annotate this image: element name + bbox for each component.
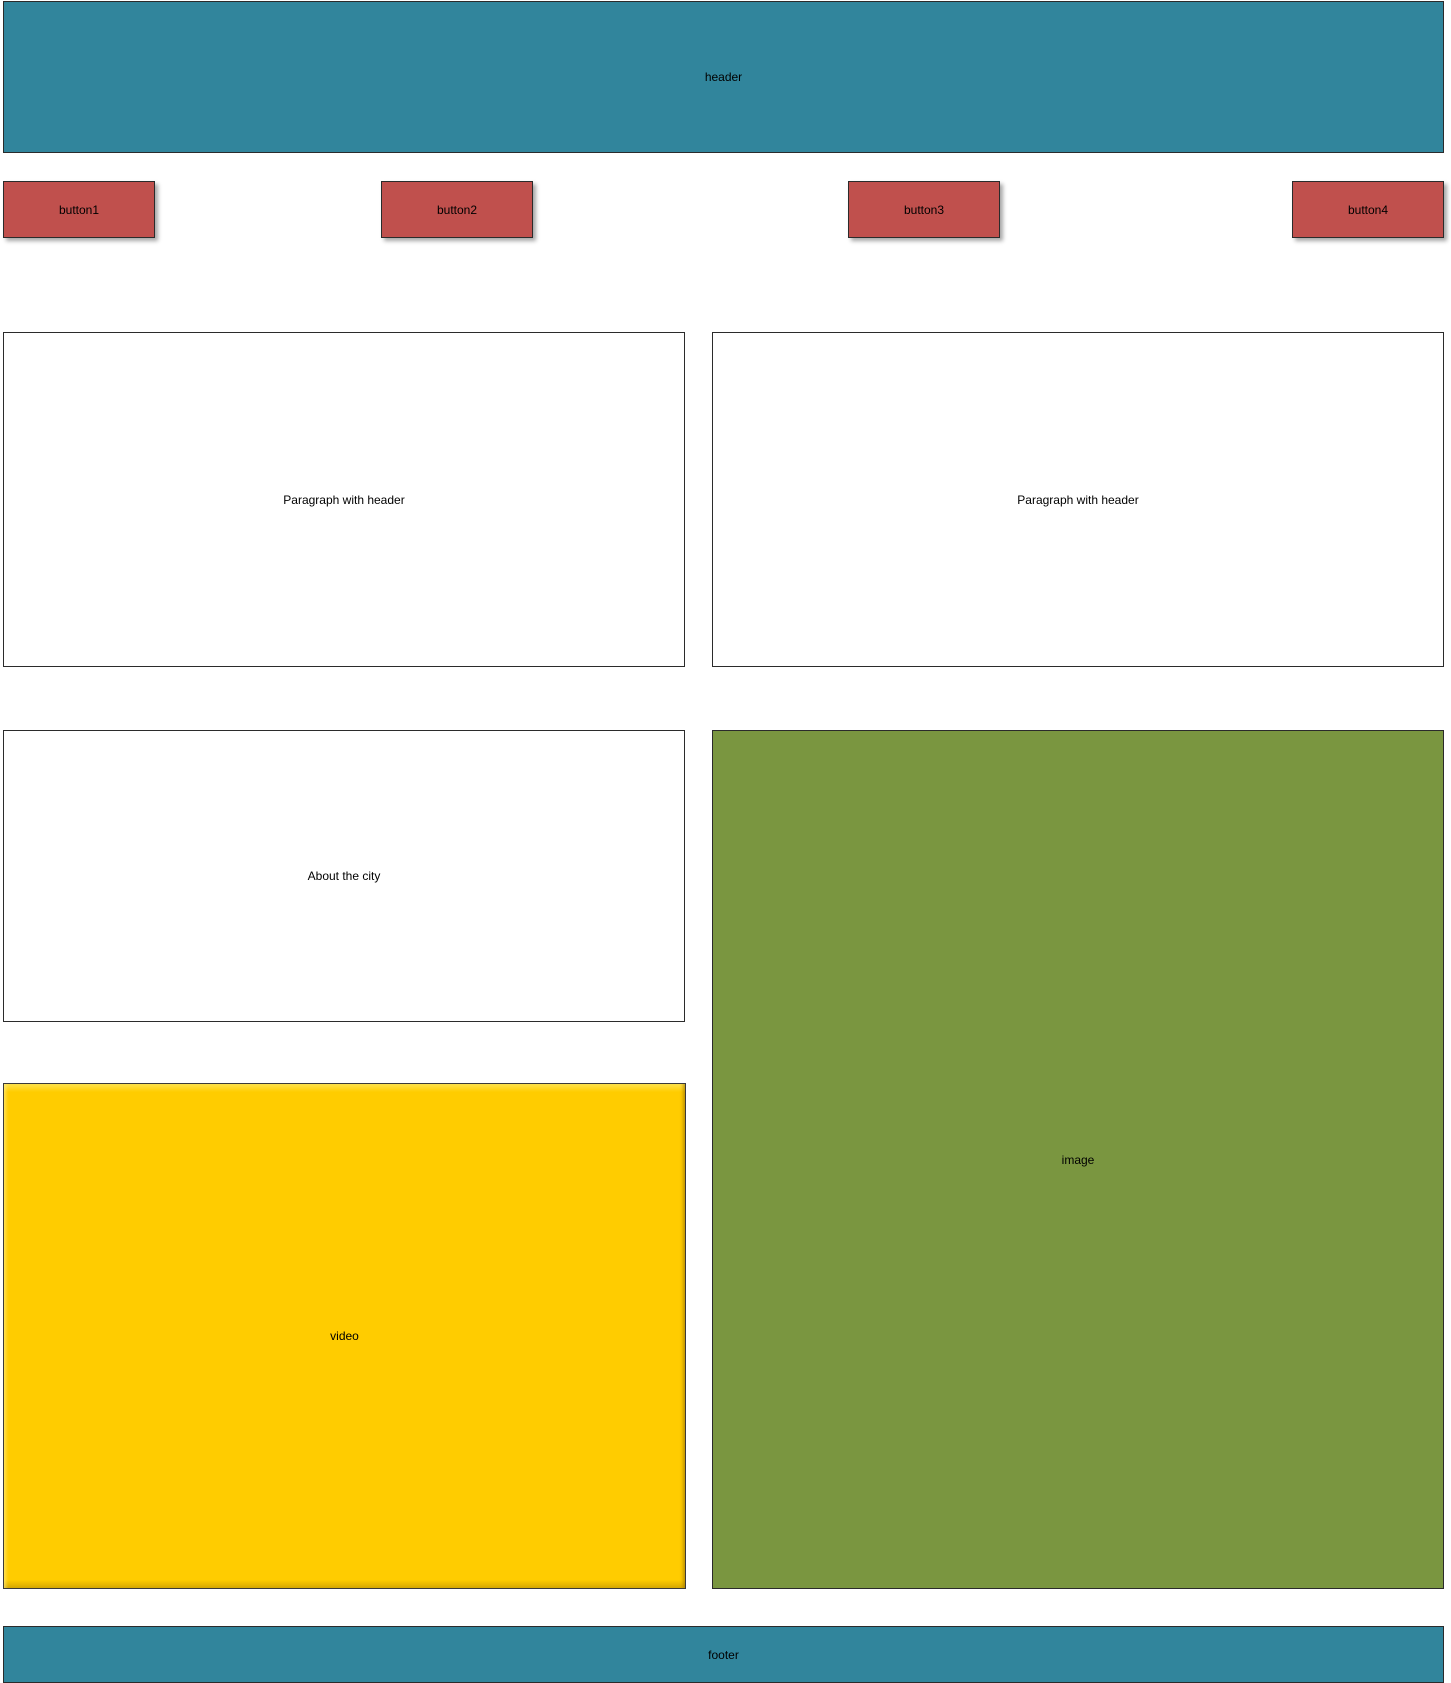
- nav-button-4[interactable]: button4: [1292, 181, 1444, 238]
- nav-button-2[interactable]: button2: [381, 181, 533, 238]
- image-placeholder: image: [712, 730, 1444, 1589]
- video-placeholder[interactable]: video: [3, 1083, 686, 1589]
- nav-button-1[interactable]: button1: [3, 181, 155, 238]
- nav-button-3-label: button3: [903, 202, 945, 217]
- footer-label: footer: [708, 1647, 739, 1662]
- nav-button-1-label: button1: [58, 202, 100, 217]
- image-label: image: [1061, 1152, 1095, 1167]
- page-header: header: [3, 1, 1444, 153]
- paragraph-left-label: Paragraph with header: [283, 492, 405, 507]
- about-city-label: About the city: [307, 869, 381, 883]
- nav-button-3[interactable]: button3: [848, 181, 1000, 238]
- page-footer: footer: [3, 1626, 1444, 1683]
- paragraph-panel-left: Paragraph with header: [3, 332, 685, 667]
- video-label: video: [330, 1329, 359, 1343]
- about-city-panel: About the city: [3, 730, 685, 1022]
- paragraph-panel-right: Paragraph with header: [712, 332, 1444, 667]
- nav-button-4-label: button4: [1347, 202, 1389, 217]
- header-label: header: [704, 70, 743, 84]
- nav-button-2-label: button2: [436, 202, 478, 217]
- paragraph-right-label: Paragraph with header: [1017, 492, 1139, 507]
